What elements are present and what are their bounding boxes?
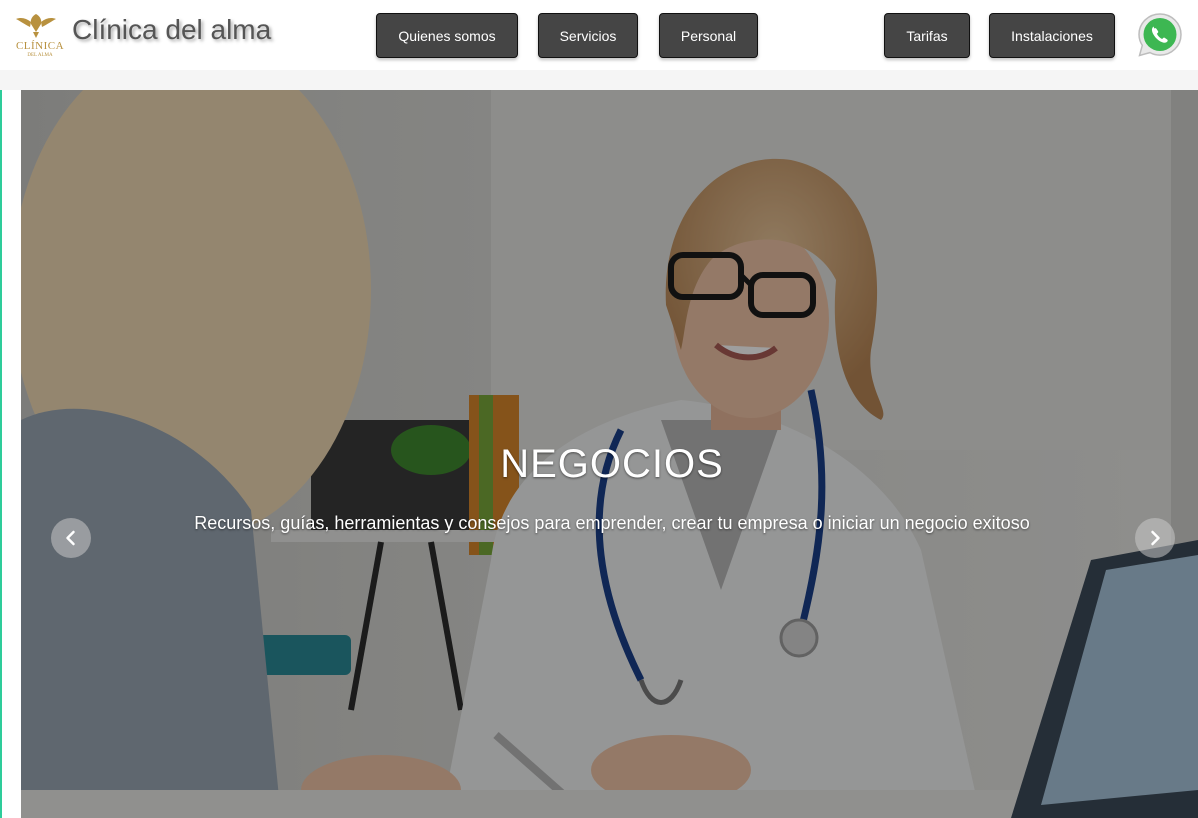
carousel-next-button[interactable] [1135, 518, 1175, 558]
logo-text: CLÍNICA [15, 40, 65, 52]
header-spacer [0, 70, 1198, 90]
hero-carousel: NEGOCIOS Recursos, guías, herramientas y… [21, 90, 1198, 818]
chevron-left-icon [66, 530, 75, 546]
logo-subtext: DEL ALMA [27, 53, 53, 58]
nav-button-instalaciones[interactable]: Instalaciones [989, 13, 1115, 58]
left-accent-border [0, 0, 2, 818]
nav-button-tarifas[interactable]: Tarifas [884, 13, 970, 58]
hero-title: NEGOCIOS [500, 442, 724, 486]
nav-button-personal[interactable]: Personal [659, 13, 758, 58]
site-title[interactable]: Clínica del alma [72, 14, 271, 46]
clinic-logo[interactable]: CLÍNICA DEL ALMA [10, 10, 64, 60]
carousel-prev-button[interactable] [51, 518, 91, 558]
hero-subtitle: Recursos, guías, herramientas y consejos… [194, 513, 1030, 533]
whatsapp-icon[interactable] [1136, 11, 1184, 59]
site-header: CLÍNICA DEL ALMA Clínica del alma Quiene… [0, 0, 1198, 70]
phoenix-logo-icon [16, 14, 56, 38]
chevron-right-icon [1151, 530, 1160, 546]
nav-button-servicios[interactable]: Servicios [538, 13, 638, 58]
nav-button-quienes-somos[interactable]: Quienes somos [376, 13, 518, 58]
